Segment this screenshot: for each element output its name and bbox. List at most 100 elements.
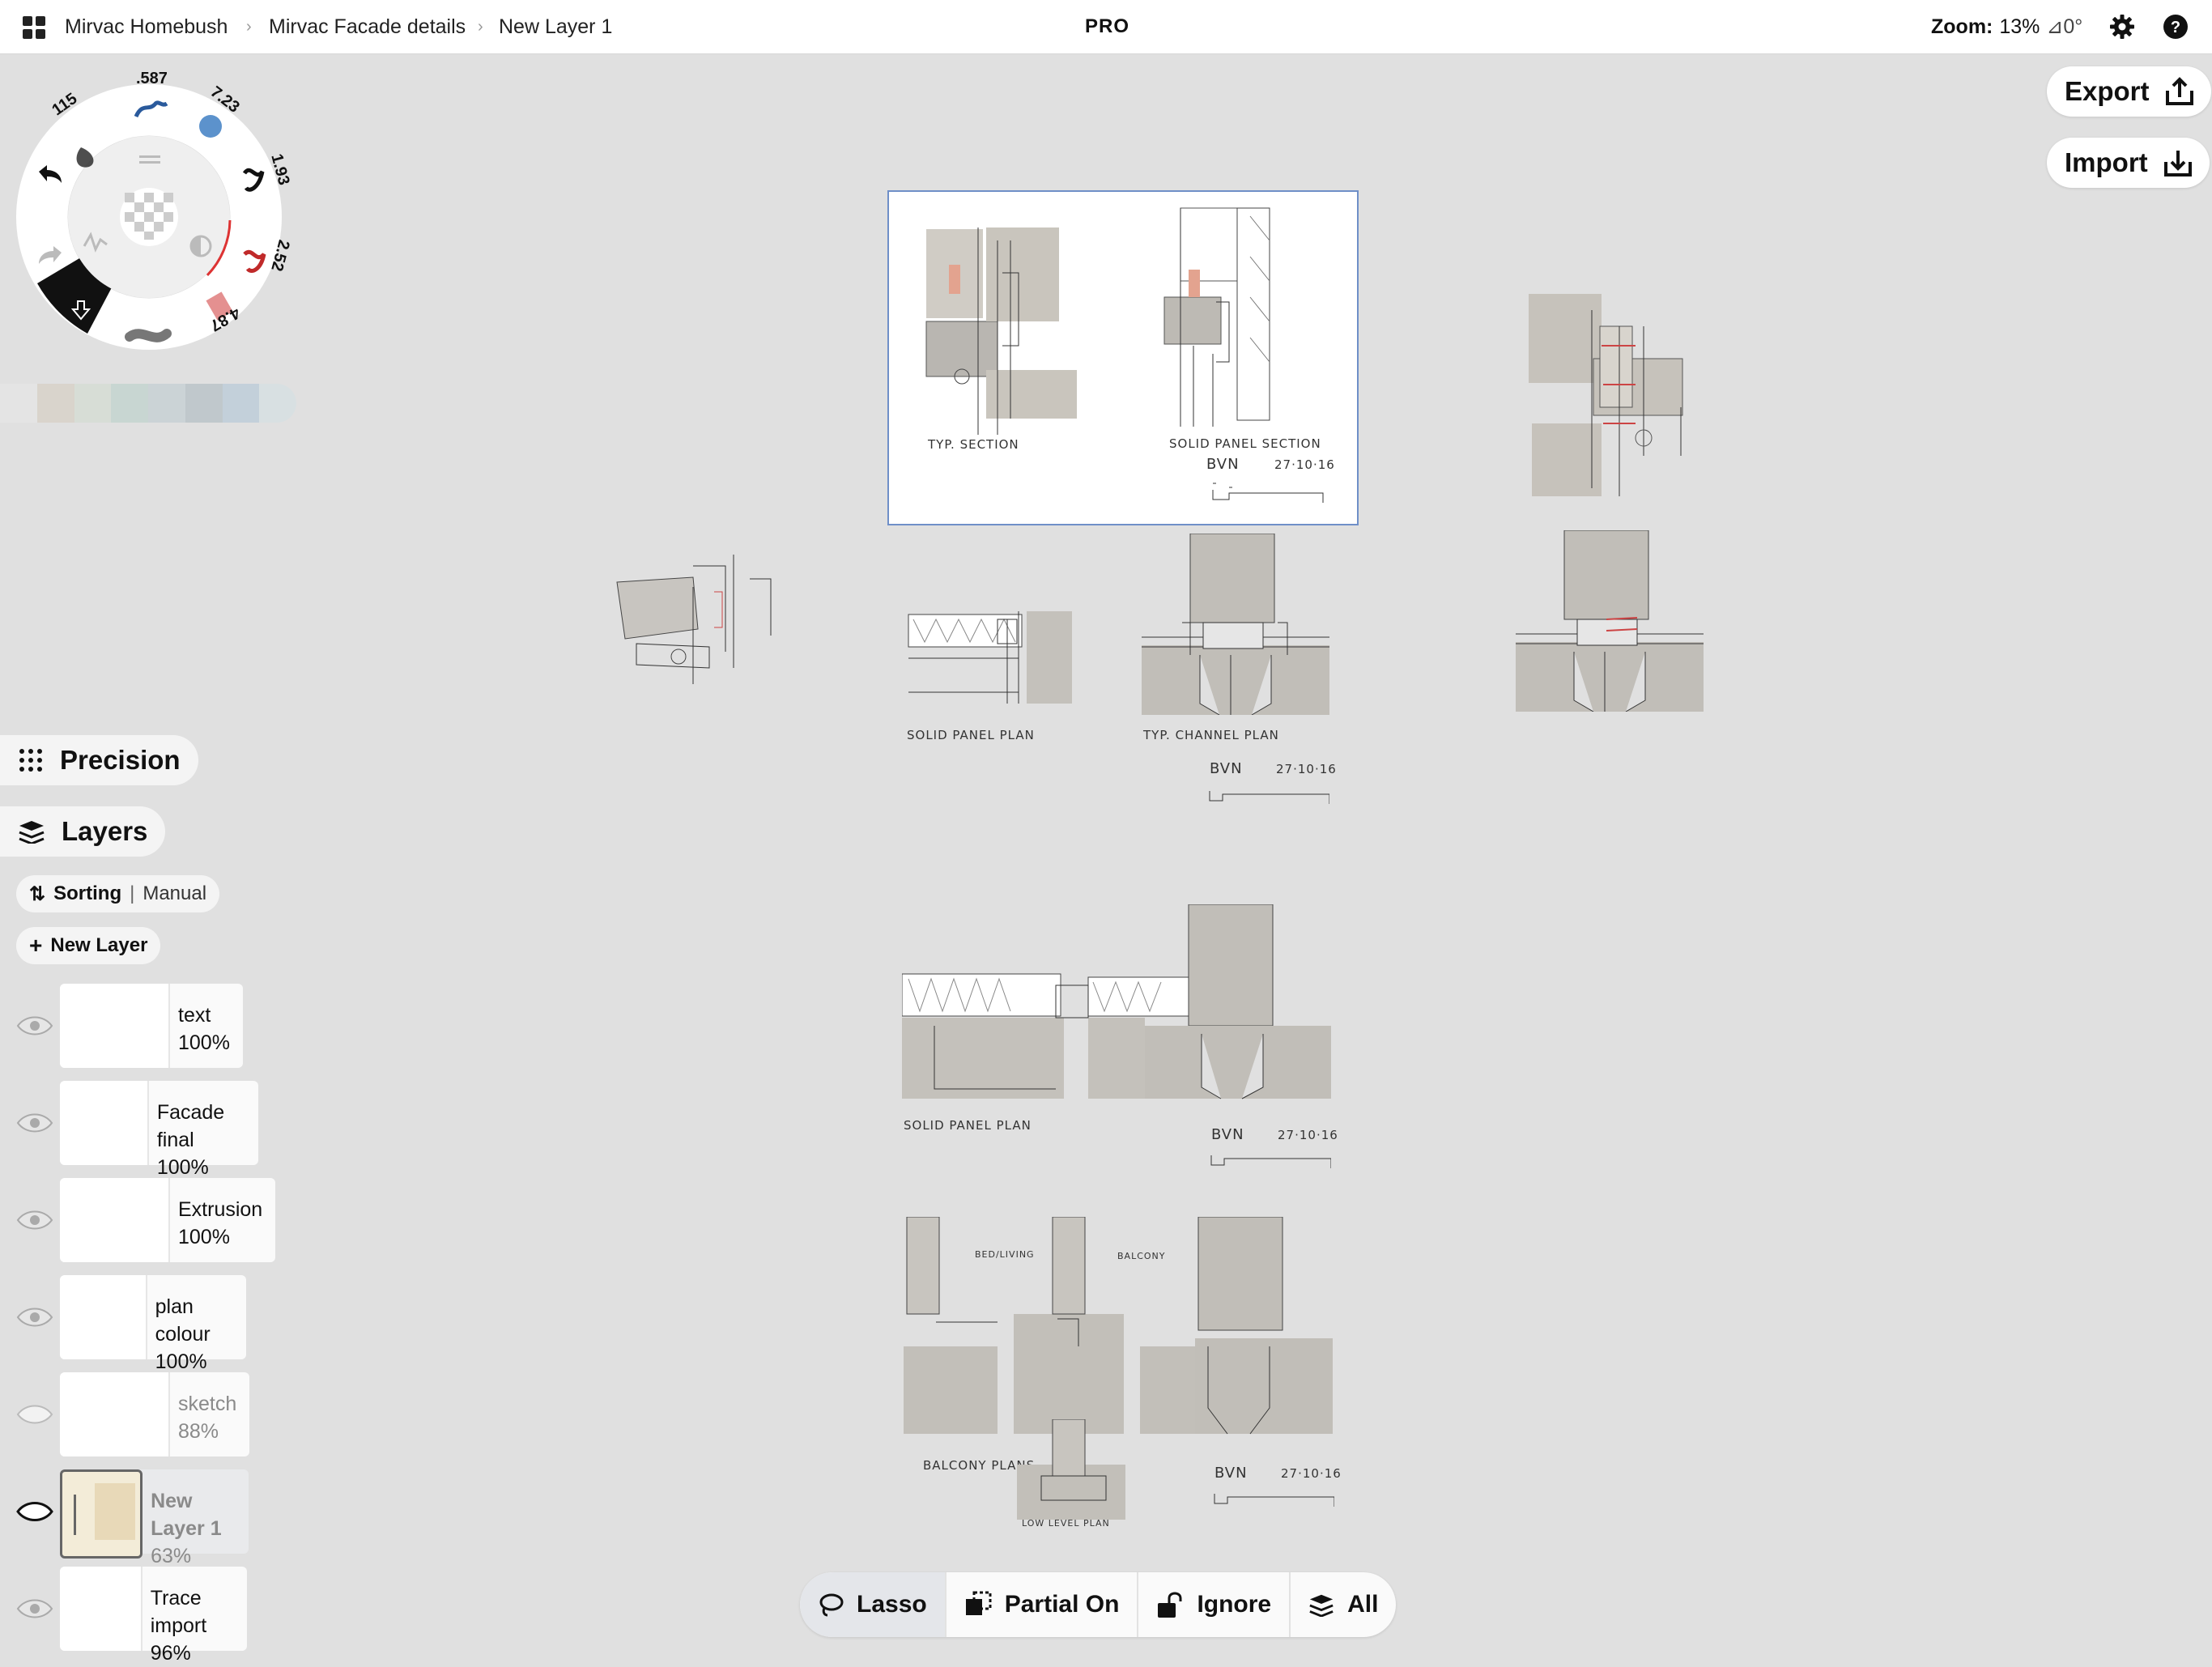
layer-card[interactable]: Facade final 100%	[60, 1081, 259, 1179]
color-swatch[interactable]	[0, 384, 37, 423]
pro-badge: PRO	[1085, 15, 1130, 37]
brush-size-1[interactable]: .587	[136, 70, 168, 88]
ignore-label: Ignore	[1197, 1591, 1272, 1618]
bvn-initials: BVN	[1211, 1126, 1244, 1143]
layers-button[interactable]: Layers	[0, 806, 166, 857]
layer-name: Facade final	[156, 1101, 225, 1151]
gallery-grid-icon[interactable]	[23, 16, 45, 39]
solid-panel-section-label: SOLID PANEL SECTION	[1169, 436, 1321, 451]
layer-card[interactable]: sketch 88%	[60, 1372, 250, 1456]
plus-icon: +	[29, 933, 43, 958]
breadcrumb-separator-icon: ›	[246, 17, 252, 36]
breadcrumb-layer[interactable]: New Layer 1	[499, 0, 612, 53]
eye-icon[interactable]	[16, 1108, 53, 1138]
breadcrumb-drawing[interactable]: Mirvac Facade details	[269, 0, 466, 53]
layer-opacity: 100%	[155, 1350, 207, 1373]
layer-opacity: 96%	[150, 1642, 191, 1665]
layer-opacity: 100%	[156, 1156, 209, 1179]
new-layer-label: New Layer	[50, 934, 148, 956]
corner-detail-drawing	[1529, 294, 1683, 496]
eye-icon[interactable]	[16, 1303, 53, 1332]
unlock-icon	[1158, 1592, 1182, 1618]
layer-card[interactable]: Extrusion 100%	[60, 1178, 276, 1262]
import-label: Import	[2065, 147, 2148, 177]
low-level-plan-label: LOW LEVEL PLAN	[1022, 1518, 1110, 1529]
sort-arrows-icon: ⇅	[29, 882, 46, 905]
zoom-label: Zoom:	[1931, 15, 1993, 38]
layers-icon	[19, 821, 45, 844]
bvn-initials: BVN	[1206, 456, 1240, 473]
color-swatch[interactable]	[222, 384, 260, 423]
layer-name: Extrusion	[178, 1198, 263, 1221]
layer-card[interactable]: New Layer 1 63%	[60, 1469, 249, 1567]
opacity-checker-icon[interactable]	[120, 188, 178, 246]
color-swatch[interactable]	[185, 384, 223, 423]
lasso-button[interactable]: Lasso	[800, 1572, 946, 1637]
solid-panel-plan-2-drawing	[902, 904, 1331, 1099]
low-level-plan-drawing	[1017, 1419, 1125, 1520]
zoom-indicator[interactable]: Zoom: 13% ⊿0°	[1931, 0, 2082, 53]
layer-opacity: 100%	[178, 1226, 230, 1248]
top-bar: Mirvac Homebush › Mirvac Facade details …	[0, 0, 2212, 54]
lasso-icon	[819, 1593, 844, 1617]
layer-card[interactable]: Trace import 96%	[60, 1567, 248, 1665]
color-swatch[interactable]	[259, 384, 296, 423]
sorting-divider: |	[130, 882, 135, 904]
precision-label: Precision	[60, 745, 181, 775]
breadcrumb-separator-icon: ›	[478, 17, 483, 36]
import-button[interactable]: Import	[2047, 138, 2210, 188]
drawing-canvas[interactable]: TYP. SECTION SOLID PANEL SECTION BVN 27·…	[0, 54, 2212, 1658]
layer-thumbnail	[60, 1081, 149, 1165]
partial-select-icon	[965, 1591, 992, 1615]
color-swatch[interactable]	[111, 384, 148, 423]
zoom-value: 13%	[1999, 15, 2040, 38]
layers-label: Layers	[62, 816, 148, 846]
layer-card[interactable]: text 100%	[60, 984, 243, 1068]
layer-card[interactable]: plan colour 100%	[60, 1275, 247, 1373]
new-layer-button[interactable]: + New Layer	[16, 927, 161, 964]
breadcrumb-project[interactable]: Mirvac Homebush	[65, 0, 228, 53]
layer-name: New Layer 1	[151, 1490, 222, 1540]
export-icon	[2165, 77, 2193, 105]
layer-opacity: 88%	[178, 1420, 219, 1443]
bvn-initials: BVN	[1210, 760, 1243, 777]
ignore-button[interactable]: Ignore	[1138, 1572, 1291, 1637]
sheet-date: 27·10·16	[1276, 762, 1337, 776]
color-swatch[interactable]	[74, 384, 112, 423]
scale-bar-icon	[1209, 791, 1329, 804]
eye-icon[interactable]	[16, 1011, 53, 1040]
layer-name: text	[178, 1004, 211, 1027]
layer-thumbnail	[60, 1178, 170, 1262]
layer-thumbnail	[60, 1567, 143, 1651]
sorting-mode: Manual	[143, 882, 207, 904]
layer-thumbnail	[60, 1275, 147, 1359]
gear-icon[interactable]	[2108, 13, 2136, 40]
sheet-date: 27·10·16	[1281, 1466, 1342, 1481]
help-icon[interactable]: ?	[2162, 13, 2189, 40]
tool-wheel[interactable]: .587 7.23 1.93 2.52 4.87 115	[16, 66, 308, 368]
solid-panel-plan-drawing	[908, 611, 1072, 704]
eye-icon[interactable]	[16, 1497, 53, 1526]
eye-icon[interactable]	[16, 1206, 53, 1235]
layer-opacity: 63%	[151, 1545, 192, 1567]
all-label: All	[1347, 1591, 1379, 1618]
partial-label: Partial On	[1004, 1591, 1120, 1618]
sorting-toggle[interactable]: ⇅ Sorting | Manual	[16, 875, 220, 912]
lasso-label: Lasso	[857, 1591, 927, 1618]
eye-hidden-icon[interactable]	[16, 1400, 53, 1429]
selection-toolbar: Lasso Partial On Ignore All	[800, 1572, 1397, 1637]
solid-panel-plan-label: SOLID PANEL PLAN	[904, 1118, 1032, 1133]
export-button[interactable]: Export	[2047, 66, 2211, 117]
typ-channel-plan-drawing	[1142, 534, 1329, 715]
all-layers-button[interactable]: All	[1291, 1572, 1396, 1637]
selected-detail-sheet[interactable]: TYP. SECTION SOLID PANEL SECTION BVN 27·…	[887, 190, 1359, 525]
precision-button[interactable]: Precision	[0, 735, 198, 785]
typ-section-drawing	[925, 207, 1324, 503]
color-swatch[interactable]	[148, 384, 185, 423]
export-label: Export	[2065, 76, 2150, 106]
partial-button[interactable]: Partial On	[946, 1572, 1139, 1637]
rotation-value: ⊿0°	[2046, 15, 2083, 38]
layer-thumbnail	[60, 1372, 170, 1456]
eye-icon[interactable]	[16, 1594, 53, 1623]
color-swatch[interactable]	[36, 384, 74, 423]
